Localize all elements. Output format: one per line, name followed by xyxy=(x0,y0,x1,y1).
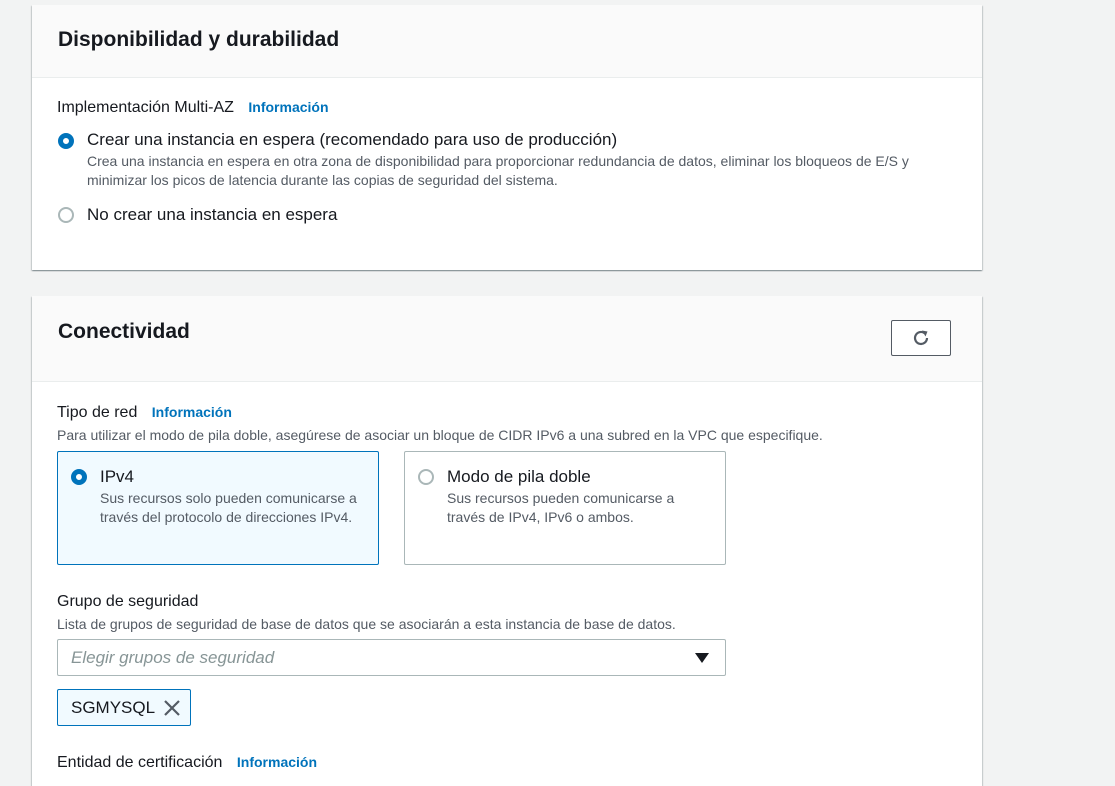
availability-panel-header: Disponibilidad y durabilidad xyxy=(32,5,982,78)
network-type-description: Para utilizar el modo de pila doble, ase… xyxy=(57,427,823,443)
certificate-authority-field-label: Entidad de certificación Información xyxy=(57,754,317,772)
standby-create-radio[interactable] xyxy=(58,133,74,149)
dual-stack-radio[interactable] xyxy=(418,469,434,485)
dual-stack-description: Sus recursos pueden comunicarse a través… xyxy=(447,490,675,525)
certificate-authority-label: Entidad de certificación xyxy=(57,754,223,771)
standby-none-label: No crear una instancia en espera xyxy=(87,205,338,224)
security-group-select[interactable]: Elegir grupos de seguridad xyxy=(57,639,726,676)
connectivity-panel: Conectividad Tipo de red Información Par… xyxy=(32,296,982,786)
multi-az-info-link[interactable]: Información xyxy=(248,99,328,115)
ipv4-radio[interactable] xyxy=(71,469,87,485)
refresh-icon xyxy=(913,330,929,346)
multi-az-field-label: Implementación Multi-AZ Información xyxy=(57,99,329,117)
tile-ipv4[interactable]: IPv4 Sus recursos solo pueden comunicars… xyxy=(57,451,379,565)
security-group-token: SGMYSQL xyxy=(57,689,191,726)
tile-dual-stack[interactable]: Modo de pila doble Sus recursos pueden c… xyxy=(404,451,726,565)
security-group-token-label: SGMYSQL xyxy=(71,698,156,717)
caret-down-icon xyxy=(695,653,709,663)
standby-create-description: Crea una instancia en espera en otra zon… xyxy=(87,153,909,188)
standby-none-radio[interactable] xyxy=(58,207,74,223)
security-group-placeholder: Elegir grupos de seguridad xyxy=(71,648,275,667)
standby-create-label: Crear una instancia en espera (recomenda… xyxy=(87,130,618,149)
connectivity-panel-header: Conectividad xyxy=(32,296,982,382)
availability-panel: Disponibilidad y durabilidad Implementac… xyxy=(32,5,982,270)
multi-az-label: Implementación Multi-AZ xyxy=(57,99,234,116)
network-type-info-link[interactable]: Información xyxy=(152,404,232,420)
ipv4-description: Sus recursos solo pueden comunicarse a t… xyxy=(100,490,357,525)
network-type-label: Tipo de red xyxy=(57,404,138,421)
dual-stack-label: Modo de pila doble xyxy=(447,467,591,486)
connectivity-panel-title: Conectividad xyxy=(58,320,190,343)
availability-panel-title: Disponibilidad y durabilidad xyxy=(58,28,340,51)
refresh-button[interactable] xyxy=(891,320,951,356)
certificate-authority-info-link[interactable]: Información xyxy=(237,754,317,770)
close-icon[interactable] xyxy=(162,698,182,718)
security-group-description: Lista de grupos de seguridad de base de … xyxy=(57,616,676,632)
network-type-field-label: Tipo de red Información xyxy=(57,404,232,422)
ipv4-label: IPv4 xyxy=(100,467,135,486)
security-group-label: Grupo de seguridad xyxy=(57,593,199,610)
